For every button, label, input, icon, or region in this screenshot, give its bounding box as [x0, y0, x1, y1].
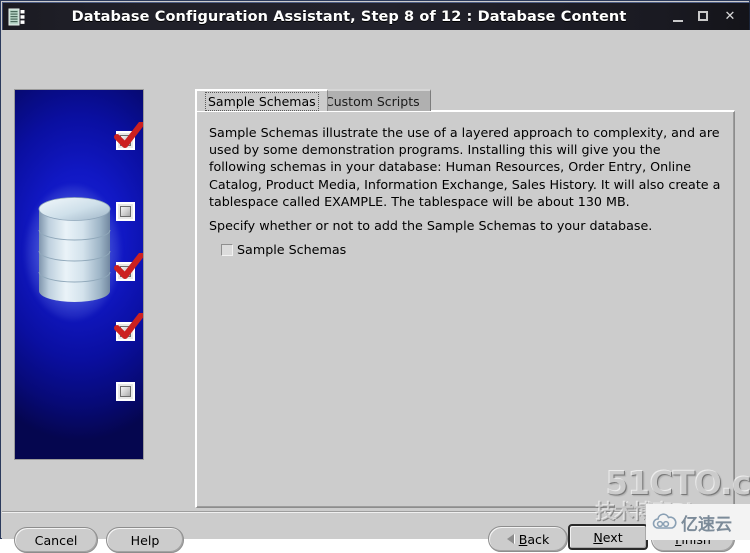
banner-step-1: [114, 122, 143, 150]
wizard-banner: [14, 89, 144, 460]
banner-step-4: [114, 313, 143, 341]
banner-step-2: [116, 202, 135, 221]
tab-custom-scripts[interactable]: Custom Scripts: [314, 89, 431, 111]
button-bar-separator: [2, 511, 750, 513]
dialog-window: Database Configuration Assistant, Step 8…: [0, 0, 750, 553]
description-paragraph-2: Specify whether or not to add the Sample…: [209, 218, 653, 233]
back-button[interactable]: Back: [488, 526, 568, 552]
back-button-label: Back: [518, 531, 550, 547]
minimize-icon[interactable]: [671, 10, 685, 24]
window-title: Database Configuration Assistant, Step 8…: [71, 8, 627, 25]
close-icon[interactable]: ✕: [723, 9, 737, 24]
banner-step-3: [114, 253, 143, 281]
help-button[interactable]: Help: [106, 527, 184, 553]
sample-schemas-checkbox-row[interactable]: Sample Schemas: [221, 242, 346, 257]
tab-content-panel: Sample Schemas illustrate the use of a l…: [195, 110, 735, 508]
watermark-badge: 亿速云: [646, 504, 750, 540]
title-bar: Database Configuration Assistant, Step 8…: [2, 2, 750, 30]
cancel-button[interactable]: Cancel: [14, 527, 98, 553]
help-button-label: Help: [130, 532, 160, 548]
description-paragraph-1: Sample Schemas illustrate the use of a l…: [209, 125, 721, 209]
tab-sample-schemas[interactable]: Sample Schemas: [195, 89, 328, 111]
window-controls: ✕: [671, 9, 737, 24]
banner-step-5: [116, 382, 135, 401]
next-button[interactable]: Next: [568, 524, 648, 550]
dialog-body: Sample Schemas Custom Scripts Sample Sch…: [2, 30, 750, 553]
tab-strip: Sample Schemas Custom Scripts: [195, 89, 735, 111]
maximize-icon[interactable]: [697, 10, 711, 24]
sample-schemas-checkbox[interactable]: [221, 243, 233, 256]
chevron-left-icon: [506, 534, 514, 544]
tab-sample-schemas-label: Sample Schemas: [205, 91, 319, 111]
database-cylinder-icon: [37, 196, 112, 304]
database-list-icon: [7, 7, 27, 27]
cloud-icon: [652, 513, 677, 529]
cancel-button-label: Cancel: [34, 532, 78, 548]
sample-schemas-checkbox-label: Sample Schemas: [237, 242, 347, 257]
tab-custom-scripts-label: Custom Scripts: [325, 93, 420, 109]
next-button-label: Next: [593, 529, 623, 545]
watermark-badge-label: 亿速云: [681, 514, 732, 535]
